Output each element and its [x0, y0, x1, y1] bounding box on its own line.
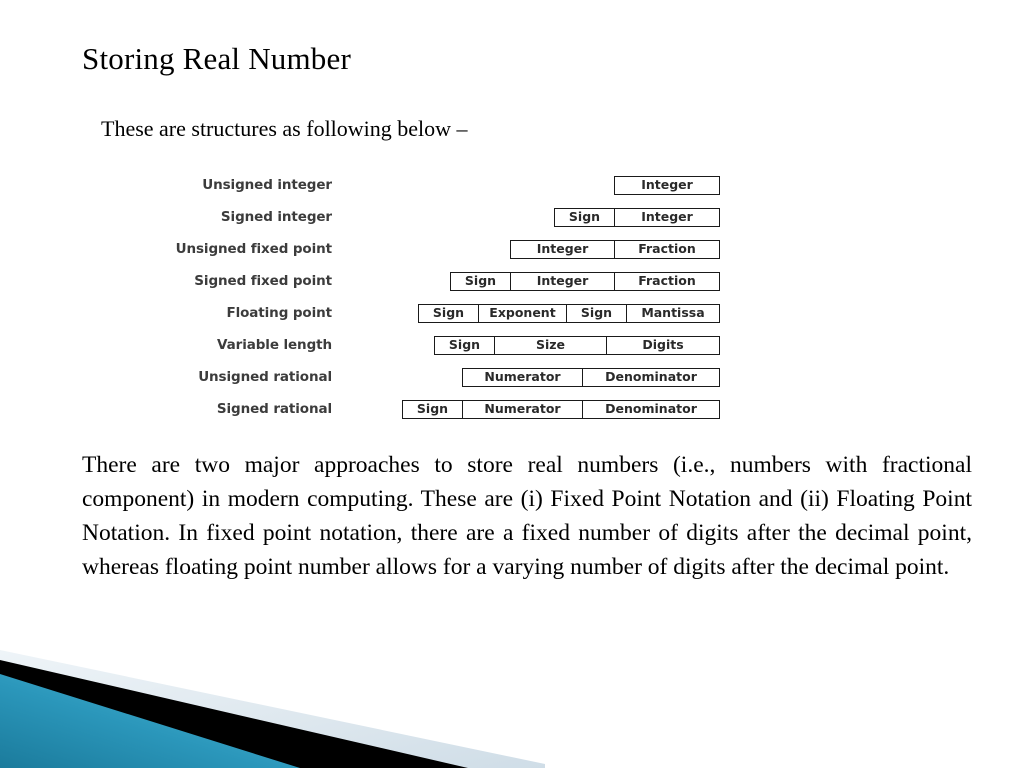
field-cell: Integer: [641, 176, 693, 192]
field-group: Sign Integer: [554, 207, 720, 227]
field-cell: Sign: [403, 400, 463, 418]
field-cell: Integer: [511, 272, 615, 290]
struct-row-fields: Integer: [340, 175, 720, 195]
field-cell: Sign: [555, 208, 615, 226]
slide-title: Storing Real Number: [82, 41, 351, 76]
field-cell: Size: [495, 336, 607, 354]
field-cell: Denominator: [605, 400, 697, 416]
struct-row-label: Unsigned integer: [202, 177, 332, 193]
struct-row-fields: Numerator Denominator: [340, 367, 720, 387]
struct-row-label: Unsigned fixed point: [175, 241, 332, 257]
field-cell: Sign: [435, 336, 495, 354]
struct-row: Floating point Sign Exponent Sign Mantissa: [150, 297, 720, 329]
field-cell: Exponent: [479, 304, 567, 322]
real-number-structures-diagram: Unsigned integer Integer Signed integer Sig…: [150, 169, 720, 425]
field-group: Integer Fraction: [510, 239, 720, 259]
struct-row-label: Signed integer: [220, 209, 332, 225]
struct-row-fields: Integer Fraction: [340, 239, 720, 259]
struct-row-fields: Sign Numerator Denominator: [340, 399, 720, 419]
field-group: Sign Exponent Sign Mantissa: [418, 303, 720, 323]
field-cell: Sign: [451, 272, 511, 290]
field-cell: Integer: [511, 240, 615, 258]
struct-row-label: Unsigned rational: [198, 369, 332, 385]
struct-row-fields: Sign Integer: [340, 207, 720, 227]
field-cell: Fraction: [638, 272, 696, 288]
struct-row-fields: Sign Integer Fraction: [340, 271, 720, 291]
struct-row: Unsigned rational Numerator Denominator: [150, 361, 720, 393]
struct-row-label: Variable length: [217, 337, 332, 353]
field-group: Sign Integer Fraction: [450, 271, 720, 291]
struct-row-label: Signed rational: [216, 401, 332, 417]
struct-row: Signed fixed point Sign Integer Fraction: [150, 265, 720, 297]
struct-row-label: Signed fixed point: [194, 273, 332, 289]
field-cell: Numerator: [463, 400, 583, 418]
field-cell: Sign: [567, 304, 627, 322]
field-group: Integer: [614, 175, 720, 195]
struct-row: Unsigned fixed point Integer Fraction: [150, 233, 720, 265]
struct-row: Variable length Sign Size Digits: [150, 329, 720, 361]
field-cell: Digits: [642, 336, 684, 352]
struct-row-fields: Sign Exponent Sign Mantissa: [340, 303, 720, 323]
field-cell: Denominator: [605, 368, 697, 384]
field-group: Numerator Denominator: [462, 367, 720, 387]
struct-row-fields: Sign Size Digits: [340, 335, 720, 355]
struct-row-label: Floating point: [226, 305, 332, 321]
struct-row: Unsigned integer Integer: [150, 169, 720, 201]
field-cell: Fraction: [638, 240, 696, 256]
field-cell: Numerator: [463, 368, 583, 386]
field-group: Sign Numerator Denominator: [402, 399, 720, 419]
decorative-corner-graphic: [0, 650, 545, 768]
intro-text: These are structures as following below …: [101, 116, 468, 141]
struct-row: Signed rational Sign Numerator Denominator: [150, 393, 720, 425]
field-cell: Integer: [641, 208, 693, 224]
struct-row: Signed integer Sign Integer: [150, 201, 720, 233]
field-group: Sign Size Digits: [434, 335, 720, 355]
body-paragraph: There are two major approaches to store …: [82, 452, 972, 580]
field-cell: Mantissa: [641, 304, 705, 320]
field-cell: Sign: [419, 304, 479, 322]
